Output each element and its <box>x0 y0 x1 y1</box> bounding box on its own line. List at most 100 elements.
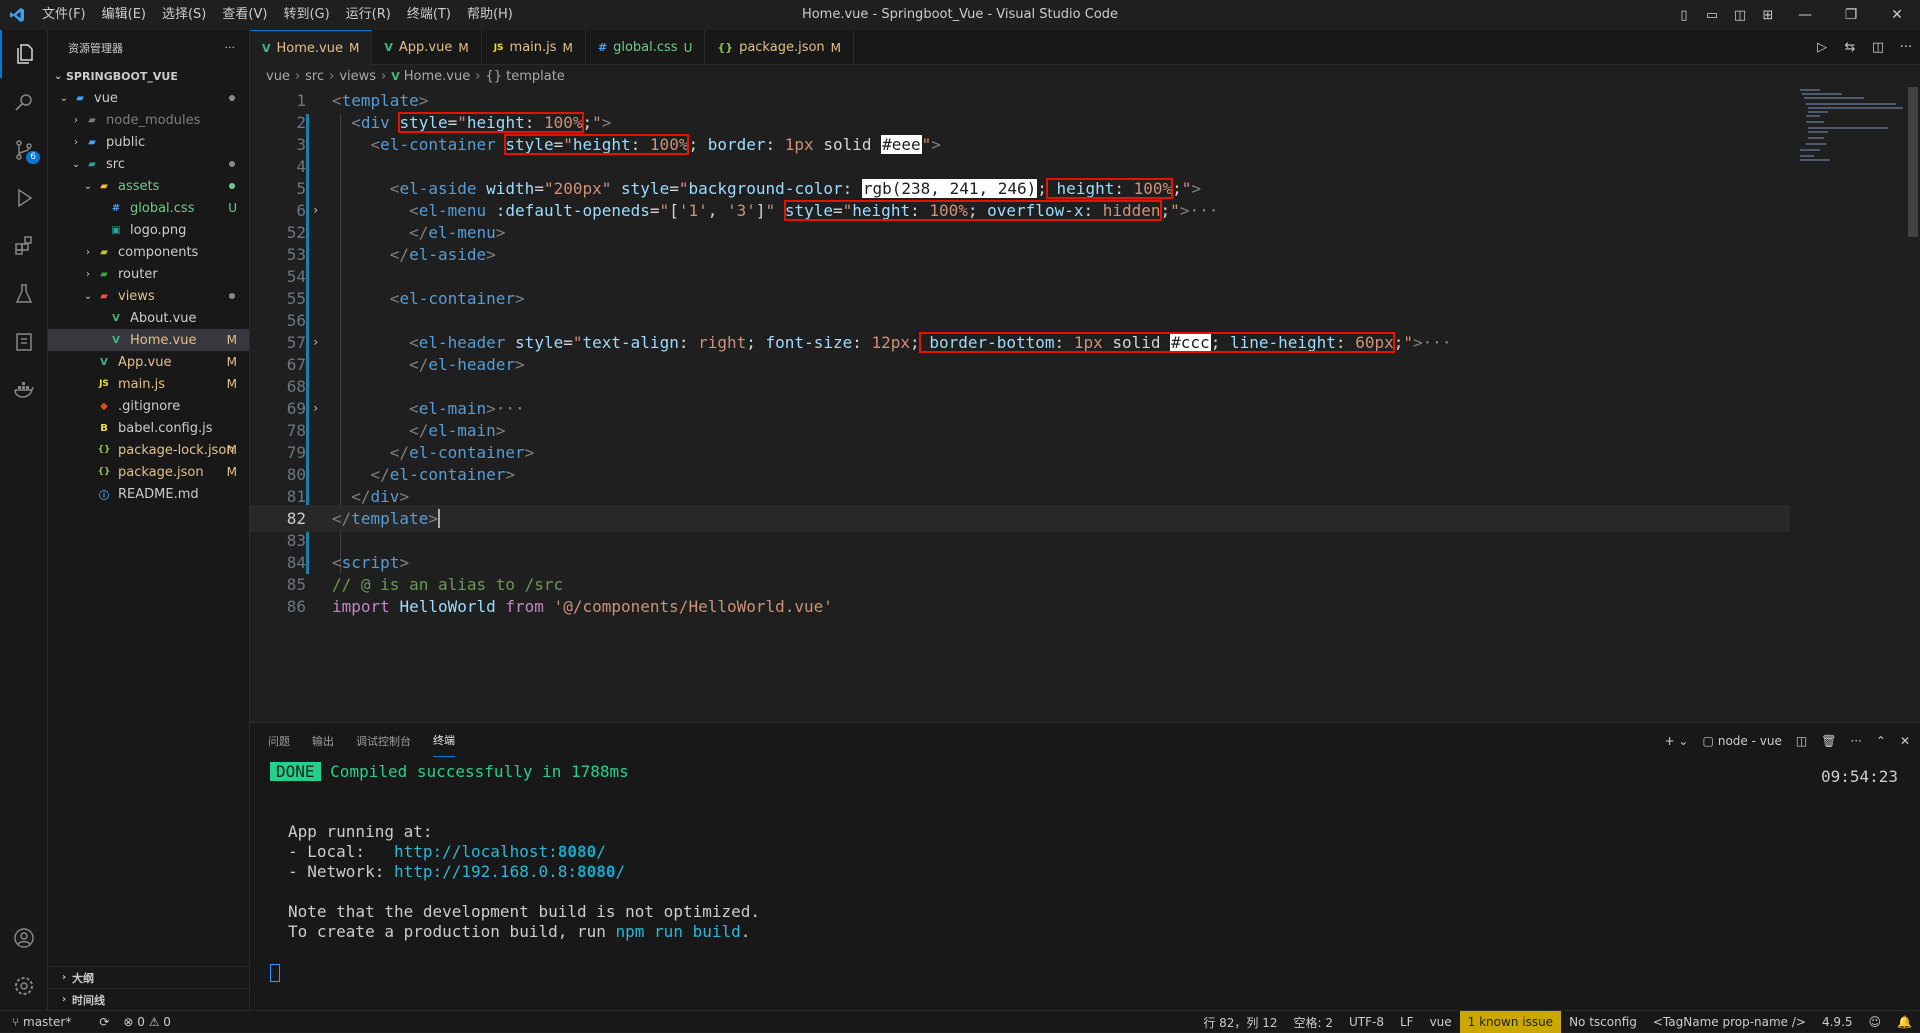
git-branch[interactable]: ⑂ master* <box>12 1015 85 1029</box>
notifications-bell-icon[interactable]: 🔔 <box>1889 1015 1920 1029</box>
timeline-section[interactable]: › 时间线 <box>48 988 249 1010</box>
feedback-icon[interactable]: ☺ <box>1861 1015 1890 1029</box>
tree-item[interactable]: {} package.json M <box>48 461 249 483</box>
menu-file[interactable]: 文件(F) <box>34 0 94 30</box>
code-editor[interactable]: 1 <template> 2 <div style="height: 100%;"… <box>250 87 1920 722</box>
new-terminal-icon[interactable]: + ⌄ <box>1665 734 1689 748</box>
breadcrumb-item[interactable]: Home.vue <box>404 69 470 84</box>
known-issue-badge[interactable]: 1 known issue <box>1459 1011 1562 1033</box>
tree-item[interactable]: Bbabel.config.js <box>48 417 249 439</box>
menu-selection[interactable]: 选择(S) <box>154 0 214 30</box>
more-actions-icon[interactable]: ··· <box>225 41 236 54</box>
tree-item[interactable]: › ▰ public <box>48 131 249 153</box>
menu-view[interactable]: 查看(V) <box>214 0 275 30</box>
testing-icon[interactable] <box>0 270 48 318</box>
tab-problems[interactable]: 问题 <box>268 725 290 757</box>
settings-gear-icon[interactable] <box>0 962 48 1010</box>
accounts-icon[interactable] <box>0 914 48 962</box>
folder-icon: ▰ <box>100 268 108 280</box>
tab-debug-console[interactable]: 调试控制台 <box>356 725 411 757</box>
tsconfig-status[interactable]: No tsconfig <box>1561 1015 1645 1029</box>
maximize-panel-icon[interactable]: ⌃ <box>1876 734 1886 748</box>
tab-package-json[interactable]: {} package.json M <box>705 30 855 65</box>
tree-item[interactable]: › ▰ router <box>48 263 249 285</box>
explorer-icon[interactable] <box>0 30 48 78</box>
run-debug-icon[interactable] <box>0 174 48 222</box>
terminal-output[interactable]: DONE Compiled successfully in 1788ms App… <box>270 758 1890 982</box>
menu-help[interactable]: 帮助(H) <box>459 0 521 30</box>
restore-icon[interactable]: ❐ <box>1828 7 1874 23</box>
run-icon[interactable]: ▷ <box>1808 40 1836 55</box>
sync-icon[interactable]: ⟳ <box>99 1015 109 1029</box>
network-url[interactable]: http://192.168.0.8:8080/ <box>394 862 625 881</box>
breadcrumb-item[interactable]: views <box>339 69 376 84</box>
customize-layout-icon[interactable]: ⊞ <box>1754 8 1782 23</box>
tab-home-vue[interactable]: V Home.vue M <box>250 30 373 65</box>
tab-terminal[interactable]: 终端 <box>433 724 455 757</box>
menu-go[interactable]: 转到(G) <box>275 0 337 30</box>
tree-item[interactable]: JS main.js M <box>48 373 249 395</box>
tab-output[interactable]: 输出 <box>312 725 334 757</box>
explorer-sidebar: 资源管理器 ··· ⌄ SPRINGBOOT_VUE ⌄ ▰ vue › ▰ node_m… <box>48 30 250 1010</box>
more-icon[interactable]: ··· <box>1892 40 1920 55</box>
outline-section[interactable]: › 大纲 <box>48 966 249 988</box>
tab-app-vue[interactable]: V App.vue M <box>372 30 482 65</box>
cursor-position[interactable]: 行 82，列 12 <box>1195 1014 1285 1031</box>
tree-item[interactable]: ⌄ ▰ src <box>48 153 249 175</box>
terminal-name[interactable]: node - vue <box>1718 734 1782 748</box>
chevron-right-icon: › <box>74 136 78 148</box>
tree-item-label: global.css <box>130 200 195 216</box>
source-control-icon[interactable]: 6 <box>0 126 48 174</box>
terminal-line: - Local: http://localhost:8080/ <box>288 842 606 861</box>
local-url[interactable]: http://localhost:8080/ <box>394 842 606 861</box>
project-section[interactable]: ⌄ SPRINGBOOT_VUE <box>48 65 249 87</box>
problems-count[interactable]: ⊗ 0 ⚠ 0 <box>123 1015 171 1029</box>
kill-terminal-icon[interactable]: 🗑 <box>1821 734 1836 748</box>
indentation[interactable]: 空格: 2 <box>1285 1014 1341 1031</box>
split-editor-icon[interactable]: ◫ <box>1864 40 1892 55</box>
tree-item[interactable]: V About.vue <box>48 307 249 329</box>
tree-item[interactable]: › ▰ components <box>48 241 249 263</box>
minimize-icon[interactable]: — <box>1782 7 1828 23</box>
tree-item-label: About.vue <box>130 310 197 326</box>
tree-item[interactable]: V App.vue M <box>48 351 249 373</box>
breadcrumb-item[interactable]: vue <box>266 69 290 84</box>
close-window-icon[interactable]: ✕ <box>1874 7 1920 23</box>
menu-edit[interactable]: 编辑(E) <box>94 0 154 30</box>
ts-version[interactable]: 4.9.5 <box>1814 1015 1861 1029</box>
tree-item[interactable]: ⌄ ▰ vue <box>48 87 249 109</box>
minimap[interactable] <box>1796 87 1906 287</box>
close-panel-icon[interactable]: ✕ <box>1900 734 1910 748</box>
tag-name-casing[interactable]: <TagName prop-name /> <box>1645 1015 1814 1029</box>
toggle-panel-icon[interactable]: ▭ <box>1698 8 1726 23</box>
remote-explorer-icon[interactable] <box>0 318 48 366</box>
line-ending[interactable]: LF <box>1392 1015 1422 1029</box>
breadcrumb-item[interactable]: {} template <box>485 69 564 84</box>
toggle-secondary-sidebar-icon[interactable]: ◫ <box>1726 8 1754 23</box>
menu-run[interactable]: 运行(R) <box>338 0 399 30</box>
tree-item[interactable]: ⌄ ▰ views <box>48 285 249 307</box>
open-changes-icon[interactable]: ⇆ <box>1836 40 1864 55</box>
breadcrumb-item[interactable]: src <box>305 69 324 84</box>
tree-item[interactable]: ⓘ README.md <box>48 483 249 505</box>
tree-item[interactable]: V Home.vue M <box>48 329 249 351</box>
more-icon[interactable]: ··· <box>1850 734 1861 748</box>
tree-item[interactable]: ⌄ ▰ assets <box>48 175 249 197</box>
menu-terminal[interactable]: 终端(T) <box>399 0 459 30</box>
editor-scrollbar[interactable] <box>1906 87 1920 722</box>
extensions-icon[interactable] <box>0 222 48 270</box>
toggle-sidebar-icon[interactable]: ▯ <box>1670 8 1698 23</box>
docker-icon[interactable] <box>0 366 48 414</box>
tab-global-css[interactable]: # global.css U <box>586 30 706 65</box>
language-mode[interactable]: vue <box>1422 1015 1460 1029</box>
tree-item[interactable]: ▣ logo.png <box>48 219 249 241</box>
tree-item[interactable]: › ▰ node_modules <box>48 109 249 131</box>
tree-item[interactable]: ◆ .gitignore <box>48 395 249 417</box>
tab-main-js[interactable]: JS main.js M <box>482 30 586 65</box>
tree-item[interactable]: # global.css U <box>48 197 249 219</box>
split-terminal-icon[interactable]: ◫ <box>1796 734 1807 748</box>
encoding[interactable]: UTF-8 <box>1341 1015 1392 1029</box>
title-bar: 文件(F) 编辑(E) 选择(S) 查看(V) 转到(G) 运行(R) 终端(T… <box>0 0 1920 30</box>
tree-item[interactable]: {} package-lock.json M <box>48 439 249 461</box>
search-icon[interactable] <box>0 78 48 126</box>
